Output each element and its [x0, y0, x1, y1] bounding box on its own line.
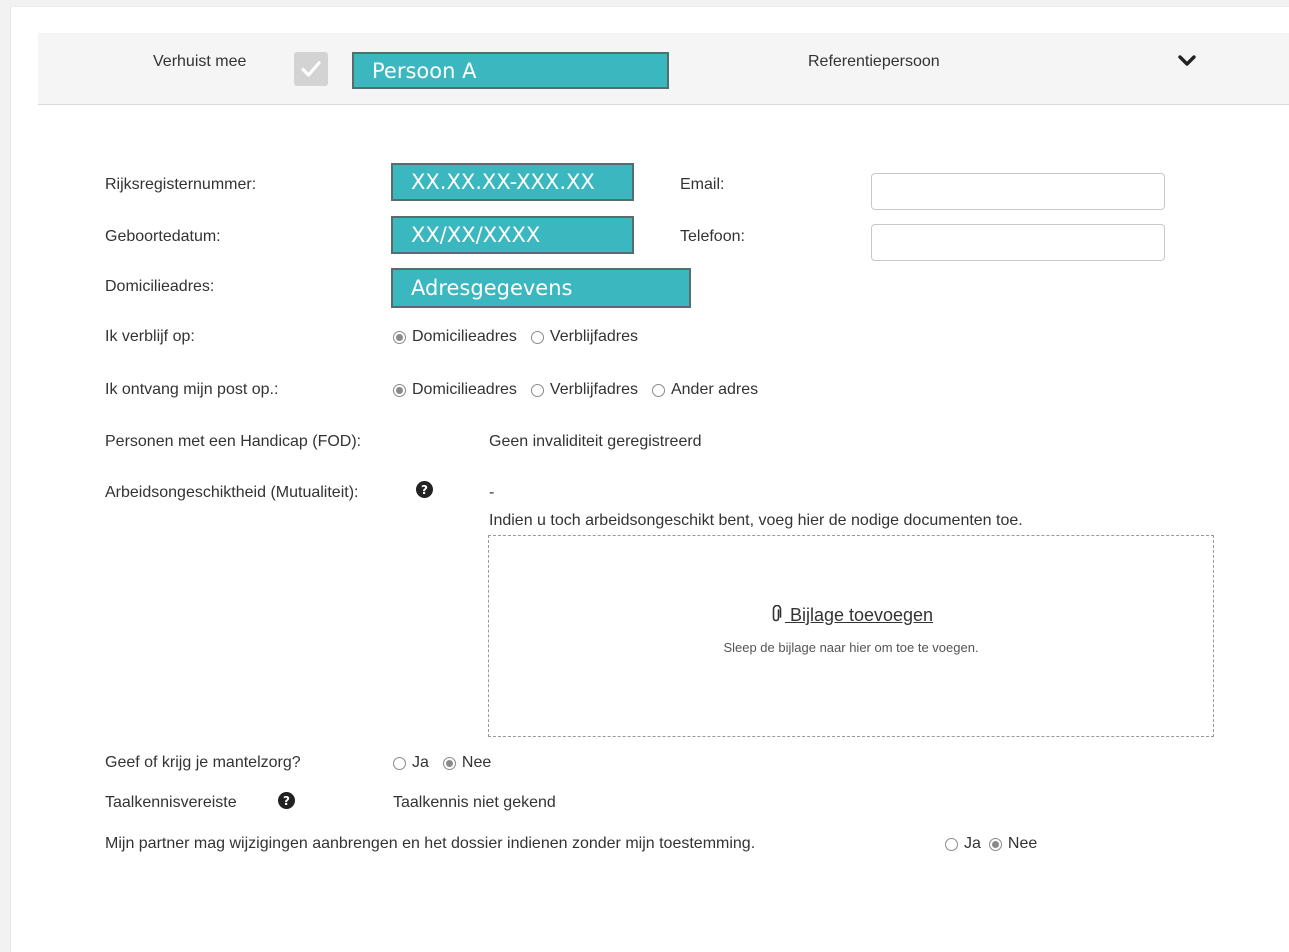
- email-label: Email:: [680, 176, 725, 193]
- moves-along-label: Verhuist mee: [153, 53, 247, 70]
- partner-permission-option-yes[interactable]: Ja: [945, 835, 981, 853]
- paperclip-icon: [772, 604, 782, 622]
- attachment-hint: Sleep de bijlage naar hier om toe te voe…: [723, 640, 979, 655]
- add-attachment-link[interactable]: Bijlage toevoegen: [489, 604, 1213, 626]
- phone-field[interactable]: [871, 224, 1165, 261]
- national-number-value: XX.XX.XX-XXX.XX: [391, 163, 634, 201]
- language-value: Taalkennis niet gekend: [393, 794, 556, 811]
- incapacity-instruction: Indien u toch arbeidsongeschikt bent, vo…: [489, 512, 1023, 529]
- mail-at-label: Ik ontvang mijn post op.:: [105, 381, 279, 398]
- national-number-label: Rijksregisternummer:: [105, 176, 257, 193]
- care-option-yes[interactable]: Ja: [393, 754, 429, 772]
- language-help-icon[interactable]: ?: [278, 792, 295, 809]
- domicile-address-value: Adresgegevens: [391, 268, 691, 308]
- incapacity-value: -: [489, 484, 495, 501]
- care-radio-group: Ja Nee: [393, 754, 505, 772]
- handicap-value: Geen invaliditeit geregistreerd: [489, 433, 702, 450]
- help-icon[interactable]: ?: [416, 481, 433, 498]
- partner-permission-option-no[interactable]: Nee: [988, 835, 1037, 853]
- stay-at-option-residence[interactable]: Verblijfadres: [530, 328, 638, 346]
- phone-label: Telefoon:: [680, 228, 745, 245]
- birth-date-label: Geboortedatum:: [105, 228, 221, 245]
- partner-permission-label: Mijn partner mag wijzigingen aanbrengen …: [105, 835, 756, 852]
- person-header[interactable]: Verhuist mee Persoon A Referentiepersoon: [38, 33, 1289, 105]
- stay-at-option-domicile[interactable]: Domicilieadres: [393, 328, 517, 346]
- person-name: Persoon A: [352, 52, 669, 89]
- partner-permission-radio-group: Ja Nee: [945, 835, 1051, 853]
- care-option-no[interactable]: Nee: [442, 754, 491, 772]
- domicile-address-label: Domicilieadres:: [105, 278, 215, 295]
- stay-at-radio-group: Domicilieadres Verblijfadres: [393, 328, 652, 346]
- care-label: Geef of krijg je mantelzorg?: [105, 754, 301, 771]
- mail-at-option-other[interactable]: Ander adres: [651, 381, 758, 399]
- handicap-label: Personen met een Handicap (FOD):: [105, 433, 362, 450]
- moves-along-checkbox[interactable]: [294, 52, 328, 86]
- language-label: Taalkennisvereiste: [105, 794, 237, 811]
- birth-date-value: XX/XX/XXXX: [391, 216, 634, 254]
- mail-at-option-domicile[interactable]: Domicilieadres: [393, 381, 517, 399]
- stay-at-label: Ik verblijf op:: [105, 328, 195, 345]
- incapacity-label: Arbeidsongeschiktheid (Mutualiteit):: [105, 484, 359, 501]
- mail-at-option-residence[interactable]: Verblijfadres: [530, 381, 638, 399]
- mail-at-radio-group: Domicilieadres Verblijfadres Ander adres: [393, 381, 772, 399]
- attachment-dropzone[interactable]: Bijlage toevoegen Sleep de bijlage naar …: [488, 535, 1214, 737]
- role-label: Referentiepersoon: [808, 53, 940, 70]
- checkmark-icon: [301, 61, 321, 77]
- chevron-down-icon[interactable]: [1176, 53, 1198, 69]
- email-field[interactable]: [871, 173, 1165, 210]
